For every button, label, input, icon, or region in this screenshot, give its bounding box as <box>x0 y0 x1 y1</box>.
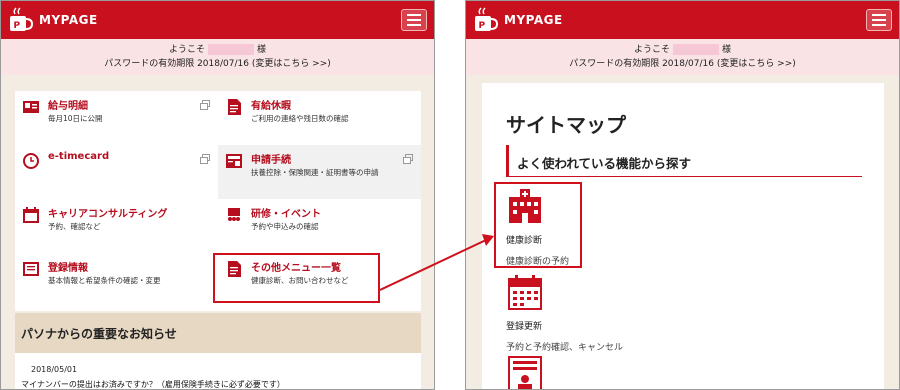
screenshot-stage: P MYPAGE ようこそ様 パスワードの有効期限 2018/07/16 (変更… <box>0 0 900 390</box>
pointer-arrow-icon <box>379 234 494 291</box>
